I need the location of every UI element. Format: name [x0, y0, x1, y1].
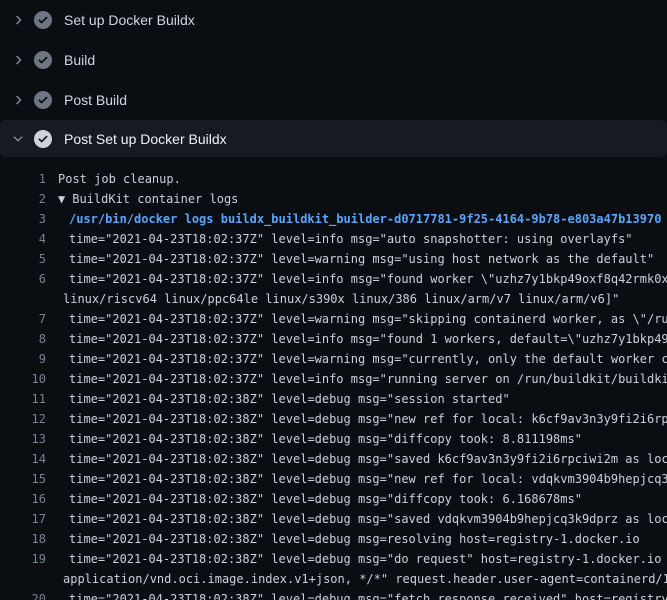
log-container: 1 Post job cleanup. 2 ▼ BuildKit container l…	[0, 157, 667, 600]
step-row-post-set-up-docker-buildx[interactable]: Post Set up Docker Buildx	[0, 120, 667, 157]
log-line: 5 time="2021-04-23T18:02:37Z" level=warni…	[0, 249, 667, 269]
log-line: 18 time="2021-04-23T18:02:38Z" level=debu…	[0, 529, 667, 549]
step-label: Post Build	[64, 92, 127, 108]
log-text: time="2021-04-23T18:02:38Z" level=debug …	[58, 429, 582, 449]
line-number	[0, 289, 46, 309]
line-number[interactable]: 3	[0, 209, 46, 229]
log-line: 12 time="2021-04-23T18:02:38Z" level=debu…	[0, 409, 667, 429]
line-number[interactable]: 2	[0, 189, 46, 209]
log-text: time="2021-04-23T18:02:37Z" level=info m…	[58, 269, 667, 289]
step-label: Post Set up Docker Buildx	[64, 131, 227, 147]
step-label: Set up Docker Buildx	[64, 12, 195, 28]
log-line: 16 time="2021-04-23T18:02:38Z" level=debu…	[0, 489, 667, 509]
log-text: time="2021-04-23T18:02:38Z" level=debug …	[58, 449, 667, 469]
log-text: time="2021-04-23T18:02:38Z" level=debug …	[58, 529, 640, 549]
line-number[interactable]: 18	[0, 529, 46, 549]
log-line-continuation: application/vnd.oci.image.index.v1+json,…	[0, 569, 667, 589]
log-text: time="2021-04-23T18:02:37Z" level=info m…	[58, 369, 667, 389]
log-text: time="2021-04-23T18:02:37Z" level=info m…	[58, 329, 667, 349]
triangle-down-icon: ▼	[58, 189, 65, 209]
log-text: time="2021-04-23T18:02:38Z" level=debug …	[58, 469, 667, 489]
group-toggle[interactable]: ▼ BuildKit container logs	[58, 189, 238, 209]
line-number[interactable]: 14	[0, 449, 46, 469]
log-text: time="2021-04-23T18:02:38Z" level=debug …	[58, 509, 667, 529]
line-number	[0, 569, 46, 589]
command-text: /usr/bin/docker logs buildx_buildkit_bui…	[58, 209, 661, 229]
log-text: time="2021-04-23T18:02:38Z" level=debug …	[58, 549, 667, 569]
log-text: time="2021-04-23T18:02:37Z" level=info m…	[58, 229, 633, 249]
log-line: 8 time="2021-04-23T18:02:37Z" level=info …	[0, 329, 667, 349]
log-line: 6 time="2021-04-23T18:02:37Z" level=info …	[0, 269, 667, 289]
log-line: 7 time="2021-04-23T18:02:37Z" level=warni…	[0, 309, 667, 329]
check-circle-icon	[34, 51, 52, 69]
log-text: linux/riscv64 linux/ppc64le linux/s390x …	[58, 289, 619, 309]
log-text: time="2021-04-23T18:02:37Z" level=warnin…	[58, 249, 654, 269]
line-number[interactable]: 20	[0, 589, 46, 600]
log-text: time="2021-04-23T18:02:37Z" level=warnin…	[58, 349, 667, 369]
log-line: 2 ▼ BuildKit container logs	[0, 189, 667, 209]
line-number[interactable]: 17	[0, 509, 46, 529]
workflow-log-panel: Set up Docker Buildx Build Post Build Post …	[0, 0, 667, 600]
chevron-down-icon	[11, 132, 25, 146]
log-line: 10 time="2021-04-23T18:02:37Z" level=info…	[0, 369, 667, 389]
log-text: Post job cleanup.	[58, 169, 181, 189]
log-line-continuation: linux/riscv64 linux/ppc64le linux/s390x …	[0, 289, 667, 309]
steps-list: Set up Docker Buildx Build Post Build Post …	[0, 0, 667, 157]
line-number[interactable]: 10	[0, 369, 46, 389]
line-number[interactable]: 7	[0, 309, 46, 329]
log-text: time="2021-04-23T18:02:38Z" level=debug …	[58, 589, 667, 600]
step-row-set-up-docker-buildx[interactable]: Set up Docker Buildx	[0, 0, 667, 40]
check-circle-icon	[34, 91, 52, 109]
line-number[interactable]: 15	[0, 469, 46, 489]
log-line: 13 time="2021-04-23T18:02:38Z" level=debu…	[0, 429, 667, 449]
line-number[interactable]: 8	[0, 329, 46, 349]
log-line: 17 time="2021-04-23T18:02:38Z" level=debu…	[0, 509, 667, 529]
line-number[interactable]: 11	[0, 389, 46, 409]
check-circle-icon	[34, 11, 52, 29]
log-text: time="2021-04-23T18:02:38Z" level=debug …	[58, 489, 582, 509]
line-number[interactable]: 13	[0, 429, 46, 449]
log-line: 19 time="2021-04-23T18:02:38Z" level=debu…	[0, 549, 667, 569]
log-line: 3/usr/bin/docker logs buildx_buildkit_bu…	[0, 209, 667, 229]
chevron-right-icon	[11, 53, 25, 67]
log-text: time="2021-04-23T18:02:38Z" level=debug …	[58, 389, 510, 409]
log-line: 9 time="2021-04-23T18:02:37Z" level=warni…	[0, 349, 667, 369]
step-row-post-build[interactable]: Post Build	[0, 80, 667, 120]
log-text: time="2021-04-23T18:02:37Z" level=warnin…	[58, 309, 667, 329]
log-line: 4 time="2021-04-23T18:02:37Z" level=info …	[0, 229, 667, 249]
line-number[interactable]: 16	[0, 489, 46, 509]
line-number[interactable]: 12	[0, 409, 46, 429]
group-toggle-label: BuildKit container logs	[72, 192, 238, 206]
step-label: Build	[64, 52, 95, 68]
line-number[interactable]: 4	[0, 229, 46, 249]
line-number[interactable]: 19	[0, 549, 46, 569]
line-number[interactable]: 5	[0, 249, 46, 269]
line-number[interactable]: 1	[0, 169, 46, 189]
line-number[interactable]: 9	[0, 349, 46, 369]
log-line: 11 time="2021-04-23T18:02:38Z" level=debu…	[0, 389, 667, 409]
chevron-right-icon	[11, 93, 25, 107]
step-row-build[interactable]: Build	[0, 40, 667, 80]
log-line: 1 Post job cleanup.	[0, 169, 667, 189]
log-text: application/vnd.oci.image.index.v1+json,…	[58, 569, 667, 589]
log-line: 14 time="2021-04-23T18:02:38Z" level=debu…	[0, 449, 667, 469]
log-text: time="2021-04-23T18:02:38Z" level=debug …	[58, 409, 667, 429]
log-line: 15 time="2021-04-23T18:02:38Z" level=debu…	[0, 469, 667, 489]
log-line: 20 time="2021-04-23T18:02:38Z" level=debu…	[0, 589, 667, 600]
check-circle-icon	[34, 130, 52, 148]
chevron-right-icon	[11, 13, 25, 27]
line-number[interactable]: 6	[0, 269, 46, 289]
